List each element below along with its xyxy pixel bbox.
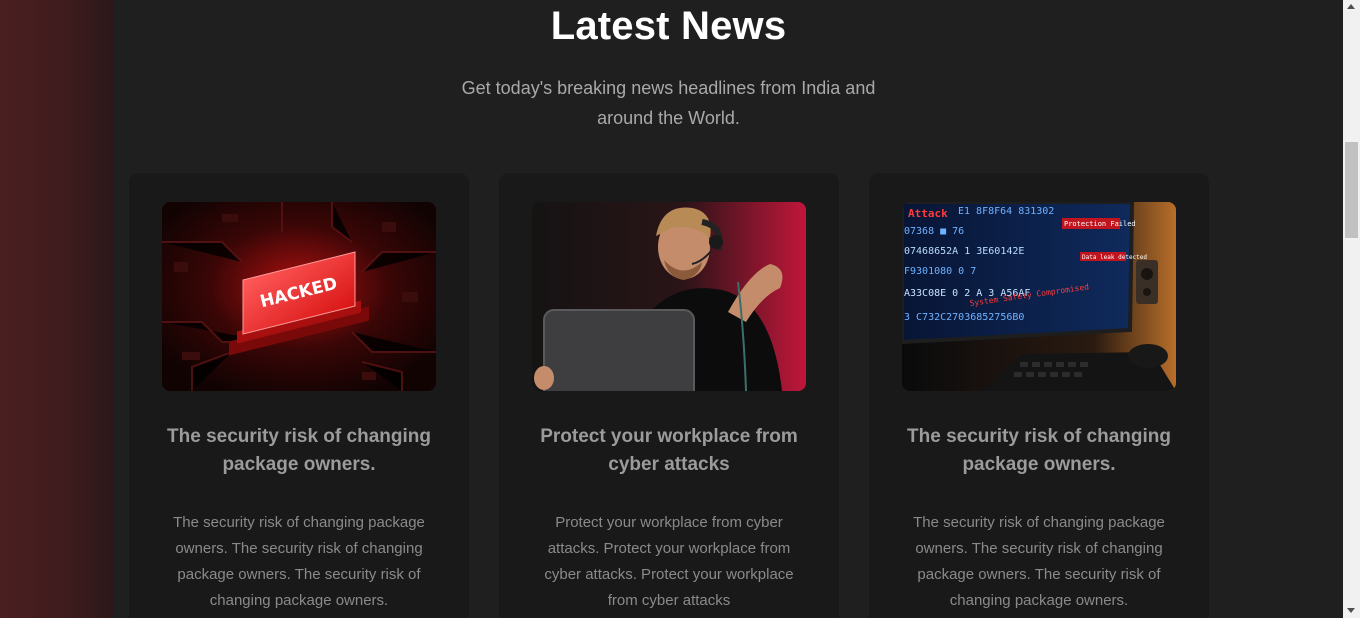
protection-failed-label: Protection Failed <box>1064 220 1136 228</box>
section-subtitle: Get today's breaking news headlines from… <box>461 78 876 128</box>
card-3-text: The security risk of changing package ow… <box>913 514 1165 609</box>
card-3-title[interactable]: The security risk of changing package ow… <box>889 423 1189 479</box>
news-card-1[interactable]: HACKED The security risk of changing pac… <box>129 173 469 618</box>
scrollbar-thumb[interactable] <box>1345 142 1358 238</box>
scroll-up-arrow-icon[interactable] <box>1347 4 1355 9</box>
page: Latest News Get today's breaking news he… <box>0 0 1360 618</box>
hacked-chip-image[interactable]: HACKED <box>162 202 436 391</box>
card-2-text: Protect your workplace from cyber attack… <box>544 514 794 609</box>
latest-news-section: Latest News Get today's breaking news he… <box>114 0 1343 618</box>
code-line-2: 07368 ■ 76 <box>904 226 964 237</box>
left-decorative-strip <box>0 0 114 618</box>
news-card-2[interactable]: Protect your workplace from cyber attack… <box>499 173 839 618</box>
monitor-code-attack-image[interactable]: Attack Protection Failed E1 8F8F64 83130… <box>902 202 1176 391</box>
attack-label: Attack <box>908 207 948 220</box>
man-with-headset-laptop-image[interactable] <box>532 202 806 391</box>
card-2-title[interactable]: Protect your workplace from cyber attack… <box>519 423 819 479</box>
code-line-4: F9301080 0 7 <box>904 266 976 277</box>
code-line-1: E1 8F8F64 831302 <box>958 206 1054 217</box>
section-title: Latest News <box>550 4 787 48</box>
news-card-3[interactable]: Attack Protection Failed E1 8F8F64 83130… <box>869 173 1209 618</box>
card-1-title[interactable]: The security risk of changing package ow… <box>149 423 449 479</box>
vertical-scrollbar[interactable] <box>1343 0 1360 618</box>
data-leak-label: Data leak detected <box>1082 254 1147 261</box>
card-1-text: The security risk of changing package ow… <box>173 514 425 609</box>
code-line-6: 3 C732C27036852756B0 <box>904 312 1024 323</box>
scroll-down-arrow-icon[interactable] <box>1347 608 1355 613</box>
code-line-3: 07468652A 1 3E60142E <box>904 246 1024 257</box>
